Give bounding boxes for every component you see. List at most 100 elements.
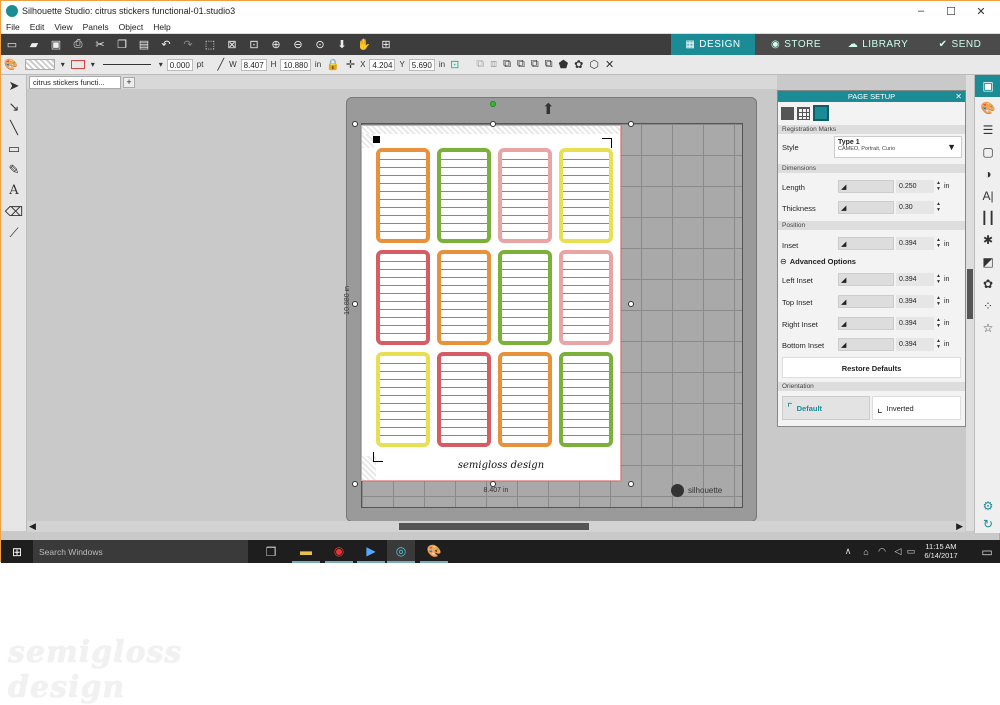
action-center-icon[interactable]: ▭ xyxy=(977,540,997,563)
right-inset-spinner[interactable]: ▲ ▼ xyxy=(936,317,941,329)
left-inset-slider[interactable]: ◢ xyxy=(838,273,894,286)
length-slider[interactable]: ◢ xyxy=(838,180,894,193)
sticker-card[interactable] xyxy=(376,250,430,345)
sticker-card[interactable] xyxy=(376,352,430,447)
top-inset-slider[interactable]: ◢ xyxy=(838,295,894,308)
sticker-card[interactable] xyxy=(559,250,613,345)
restore-defaults-button[interactable]: Restore Defaults xyxy=(782,357,961,378)
windows-search-box[interactable]: Search Windows xyxy=(33,540,248,563)
line-style-preview[interactable] xyxy=(102,64,151,65)
top-inset-spinner[interactable]: ▲ ▼ xyxy=(936,295,941,307)
height-input[interactable]: 10.880 xyxy=(280,58,311,71)
draw-pencil-icon[interactable]: ✎ xyxy=(1,159,27,180)
paste-icon[interactable]: ▤ xyxy=(135,37,153,53)
page-settings-icon[interactable] xyxy=(781,106,794,120)
new-document-icon[interactable]: ▭ xyxy=(3,37,21,53)
horizontal-scroll-thumb[interactable] xyxy=(399,523,589,530)
transparency-panel-icon[interactable]: ◑ xyxy=(975,163,1000,185)
sticker-card[interactable] xyxy=(498,352,552,447)
open-folder-icon[interactable]: ▰ xyxy=(25,37,43,53)
advanced-options-toggle[interactable]: ⊖ Advanced Options xyxy=(780,257,856,266)
length-spinner[interactable]: ▲ ▼ xyxy=(936,180,941,192)
tab-send[interactable]: ✔ SEND xyxy=(919,34,1000,55)
delete-x-icon[interactable]: ✕ xyxy=(605,58,614,71)
left-inset-spinner[interactable]: ▲ ▼ xyxy=(936,273,941,285)
add-tab-button[interactable]: + xyxy=(123,77,135,88)
vertical-scrollbar[interactable] xyxy=(966,75,974,531)
deselect-icon[interactable]: ⊠ xyxy=(223,37,241,53)
menu-object[interactable]: Object xyxy=(119,22,144,32)
replicate-panel-icon[interactable]: ✱ xyxy=(975,229,1000,251)
sticker-card[interactable] xyxy=(559,352,613,447)
rectangle-tool-icon[interactable]: ▭ xyxy=(1,138,27,159)
offset-panel-icon[interactable]: ✿ xyxy=(975,273,1000,295)
save-icon[interactable]: ▣ xyxy=(47,37,65,53)
crop-icon[interactable]: ⧉ xyxy=(545,58,553,71)
thickness-slider[interactable]: ◢ xyxy=(838,201,894,214)
selection-handle[interactable] xyxy=(490,481,496,487)
panel-close-button[interactable]: ✕ xyxy=(955,91,962,102)
image-panel-icon[interactable]: ▢ xyxy=(975,141,1000,163)
lock-aspect-icon[interactable]: 🔒 xyxy=(326,58,340,71)
fill-bucket-icon[interactable]: ⬟ xyxy=(559,58,569,71)
copy-icon[interactable]: ❐ xyxy=(113,37,131,53)
text-tool-icon[interactable]: A xyxy=(1,180,27,201)
document-tab[interactable]: citrus stickers functi... xyxy=(29,76,121,89)
registration-settings-icon[interactable] xyxy=(813,105,829,121)
file-explorer-icon[interactable]: ▬ xyxy=(292,540,320,563)
maximize-button[interactable]: ☐ xyxy=(936,1,966,21)
silhouette-studio-taskbar-icon[interactable]: ◎ xyxy=(387,540,415,563)
select-arrow-icon[interactable]: ➤ xyxy=(1,75,27,96)
fit-to-page-icon[interactable]: ⊞ xyxy=(377,37,395,53)
weld-icon[interactable]: ⧉ xyxy=(503,58,511,71)
selection-handle[interactable] xyxy=(628,121,634,127)
bottom-inset-slider[interactable]: ◢ xyxy=(838,338,894,351)
intersect-icon[interactable]: ⧉ xyxy=(531,58,539,71)
paint-icon[interactable]: 🎨 xyxy=(420,540,448,563)
task-view-icon[interactable]: ❒ xyxy=(257,540,285,563)
modify-panel-icon[interactable]: ◩ xyxy=(975,251,1000,273)
print-icon[interactable]: ⎙ xyxy=(69,37,87,53)
zoom-out-icon[interactable]: ⊖ xyxy=(289,37,307,53)
zoom-in-icon[interactable]: ⊕ xyxy=(267,37,285,53)
favorites-star-icon[interactable]: ☆ xyxy=(975,317,1000,339)
move-down-icon[interactable]: ⬇ xyxy=(333,37,351,53)
zoom-box-icon[interactable]: ⊙ xyxy=(311,37,329,53)
selection-handle[interactable] xyxy=(352,481,358,487)
design-page[interactable] xyxy=(361,125,621,481)
menu-edit[interactable]: Edit xyxy=(30,22,45,32)
select-by-color-icon[interactable]: ⊡ xyxy=(245,37,263,53)
cut-icon[interactable]: ✂ xyxy=(91,37,109,53)
menu-file[interactable]: File xyxy=(6,22,20,32)
close-window-button[interactable]: ✕ xyxy=(966,1,996,21)
powershell-icon[interactable]: ▶ xyxy=(357,540,385,563)
line-width-input[interactable]: 0.000 xyxy=(166,58,193,71)
sticker-card[interactable] xyxy=(498,250,552,345)
undo-icon[interactable]: ↶ xyxy=(157,37,175,53)
inset-input[interactable]: 0.394 xyxy=(896,237,934,250)
taskbar-clock[interactable]: 11:15 AM 6/14/2017 xyxy=(917,542,965,560)
sticker-card[interactable] xyxy=(437,352,491,447)
bottom-inset-input[interactable]: 0.394 xyxy=(896,338,934,351)
selection-handle[interactable] xyxy=(352,121,358,127)
ungroup-icon[interactable]: ⧈ xyxy=(490,58,497,71)
y-input[interactable]: 5.690 xyxy=(408,58,435,71)
show-hidden-icons-icon[interactable]: ∧ xyxy=(839,540,857,563)
menu-help[interactable]: Help xyxy=(153,22,170,32)
cube-icon[interactable]: ⬡ xyxy=(589,58,599,71)
fill-color-icon[interactable]: 🎨 xyxy=(4,58,18,71)
fill-panel-icon[interactable]: 🎨 xyxy=(975,97,1000,119)
windows-start-icon[interactable]: ⊞ xyxy=(1,540,33,563)
chrome-icon[interactable]: ◉ xyxy=(325,540,353,563)
select-all-icon[interactable]: ⬚ xyxy=(201,37,219,53)
sticker-card[interactable] xyxy=(559,148,613,243)
scroll-right-icon[interactable]: ▶ xyxy=(956,521,963,532)
align-panel-icon[interactable]: ┃┃ xyxy=(975,207,1000,229)
sticker-card[interactable] xyxy=(498,148,552,243)
line-color-swatch[interactable] xyxy=(70,60,85,69)
inset-slider[interactable]: ◢ xyxy=(838,237,894,250)
menu-view[interactable]: View xyxy=(54,22,72,32)
selection-handle[interactable] xyxy=(628,301,634,307)
anchor-point-icon[interactable]: ⊡ xyxy=(450,58,459,71)
bottom-inset-spinner[interactable]: ▲ ▼ xyxy=(936,338,941,350)
